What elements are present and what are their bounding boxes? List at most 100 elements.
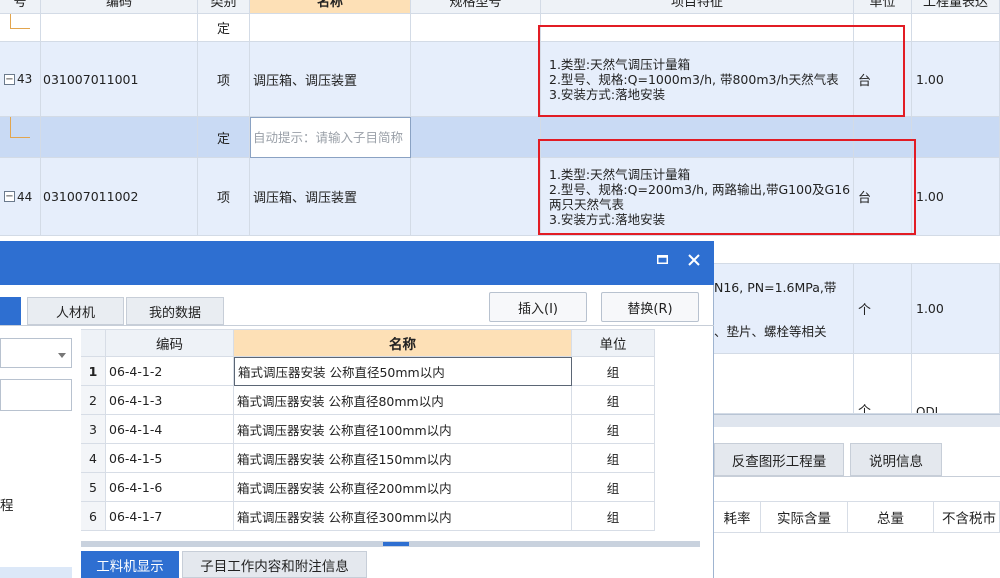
grid-cell-code[interactable]: 06-4-1-7 bbox=[106, 502, 234, 531]
col-header-total[interactable]: 总量 bbox=[848, 501, 934, 533]
row-number[interactable]: 5 bbox=[81, 473, 106, 502]
cell-feature[interactable]: N16, PN=1.6MPa,带 、垫片、螺栓等相关 bbox=[714, 264, 854, 354]
col-header-number[interactable]: 号 bbox=[0, 0, 41, 14]
row-number[interactable]: 3 bbox=[81, 415, 106, 444]
row-number[interactable]: 2 bbox=[81, 386, 106, 415]
col-header-market-price[interactable]: 不含税市 bbox=[934, 501, 1000, 533]
cell-code[interactable] bbox=[41, 14, 198, 42]
cell-text: 箱式调压器安装 公称直径200mm以内 bbox=[237, 480, 452, 496]
close-icon[interactable] bbox=[686, 252, 702, 268]
cell-spec[interactable] bbox=[411, 117, 541, 158]
name-autocomplete-input[interactable]: 自动提示：请输入子目简称 bbox=[250, 117, 411, 158]
library-select[interactable] bbox=[0, 338, 72, 368]
cell-quantity[interactable]: 1.00 bbox=[912, 264, 1000, 354]
grid-cell-code[interactable]: 06-4-1-5 bbox=[106, 444, 234, 473]
cell-quantity[interactable]: ODL bbox=[912, 354, 1000, 414]
cell-spec[interactable] bbox=[411, 42, 541, 117]
row-number[interactable]: 1 bbox=[81, 357, 106, 386]
cell-feature[interactable] bbox=[714, 354, 854, 414]
grid-cell-name[interactable]: 箱式调压器安装 公称直径80mm以内 bbox=[234, 386, 572, 415]
panel-scrollbar[interactable] bbox=[714, 415, 1000, 427]
grid-cell-unit[interactable]: 组 bbox=[572, 444, 655, 473]
row-number-44[interactable]: − 44 bbox=[0, 158, 41, 236]
cell-quantity[interactable] bbox=[912, 14, 1000, 42]
cell-code[interactable] bbox=[41, 117, 198, 158]
tab-label: 说明信息 bbox=[869, 453, 923, 470]
cell-code[interactable]: 031007011002 bbox=[41, 158, 198, 236]
tree-item-selected[interactable] bbox=[0, 567, 72, 578]
col-header-name[interactable]: 名称 bbox=[250, 0, 411, 14]
grid-cell-unit[interactable]: 组 bbox=[572, 357, 655, 386]
cell-unit[interactable]: 个 bbox=[854, 354, 912, 414]
chapter-tree-item[interactable]: 程 bbox=[0, 494, 14, 514]
col-header-actual-content[interactable]: 实际含量 bbox=[761, 501, 848, 533]
cell-unit[interactable]: 个 bbox=[854, 264, 912, 354]
col-header-label: 号 bbox=[13, 0, 27, 10]
col-header-loss-rate[interactable]: 耗率 bbox=[714, 501, 761, 533]
col-header-category[interactable]: 类别 bbox=[198, 0, 250, 14]
col-header-feature[interactable]: 项目特征 bbox=[541, 0, 854, 14]
cell-spec[interactable] bbox=[411, 14, 541, 42]
cell-quantity[interactable]: 1.00 bbox=[912, 42, 1000, 117]
grid-cell-unit[interactable]: 组 bbox=[572, 415, 655, 444]
search-input[interactable] bbox=[0, 379, 72, 411]
collapse-icon[interactable]: − bbox=[4, 191, 15, 202]
grid-cell-code[interactable]: 06-4-1-4 bbox=[106, 415, 234, 444]
cell-quantity[interactable] bbox=[912, 117, 1000, 158]
grid-header-code[interactable]: 编码 bbox=[106, 329, 234, 357]
tab-description[interactable]: 说明信息 bbox=[850, 443, 942, 476]
cell-quantity[interactable]: 1.00 bbox=[912, 158, 1000, 236]
cell-name[interactable] bbox=[250, 14, 411, 42]
dialog-titlebar[interactable] bbox=[0, 241, 714, 285]
col-header-label: 总量 bbox=[877, 511, 904, 527]
grid-cell-code[interactable]: 06-4-1-6 bbox=[106, 473, 234, 502]
col-header-quantity[interactable]: 工程量表达 bbox=[912, 0, 1000, 14]
grid-cell-name[interactable]: 箱式调压器安装 公称直径150mm以内 bbox=[234, 444, 572, 473]
grid-cell-unit[interactable]: 组 bbox=[572, 386, 655, 415]
cell-name[interactable]: 调压箱、调压装置 bbox=[250, 42, 411, 117]
cell-category[interactable]: 定 bbox=[198, 14, 250, 42]
grid-cell-name[interactable]: 箱式调压器安装 公称直径200mm以内 bbox=[234, 473, 572, 502]
insert-button[interactable]: 插入(I) bbox=[489, 292, 587, 322]
cell-category[interactable]: 定 bbox=[198, 117, 250, 158]
tab-label: 我的数据 bbox=[148, 305, 201, 321]
cell-category[interactable]: 项 bbox=[198, 42, 250, 117]
grid-cell-unit[interactable]: 组 bbox=[572, 473, 655, 502]
restore-icon[interactable] bbox=[655, 252, 669, 266]
col-header-spec[interactable]: 规格型号 bbox=[411, 0, 541, 14]
col-header-code[interactable]: 编码 bbox=[41, 0, 198, 14]
tab-label: 人材机 bbox=[55, 305, 95, 321]
tab-my-data[interactable]: 我的数据 bbox=[126, 297, 224, 325]
cell-spec[interactable] bbox=[411, 158, 541, 236]
grid-cell-unit[interactable]: 组 bbox=[572, 502, 655, 531]
grid-cell-name[interactable]: 箱式调压器安装 公称直径100mm以内 bbox=[234, 415, 572, 444]
cell-code[interactable]: 031007011001 bbox=[41, 42, 198, 117]
splitter-handle[interactable] bbox=[81, 541, 700, 547]
collapse-icon[interactable]: − bbox=[4, 73, 15, 85]
col-header-label: 名称 bbox=[316, 0, 343, 10]
tab-work-content[interactable]: 子目工作内容和附注信息 bbox=[182, 551, 367, 578]
grid-header-unit[interactable]: 单位 bbox=[572, 329, 655, 357]
col-header-unit[interactable]: 单位 bbox=[854, 0, 912, 14]
tab-labor-material[interactable]: 人材机 bbox=[27, 297, 124, 325]
tab-material-display[interactable]: 工料机显示 bbox=[81, 551, 179, 578]
grid-cell-code[interactable]: 06-4-1-3 bbox=[106, 386, 234, 415]
row-number[interactable]: 4 bbox=[81, 444, 106, 473]
button-label: 替换(R) bbox=[627, 301, 673, 317]
grid-cell-name[interactable]: 箱式调压器安装 公称直径300mm以内 bbox=[234, 502, 572, 531]
table-row bbox=[714, 236, 1000, 264]
splitter-arrow-icon bbox=[383, 542, 409, 546]
cell-text: 箱式调压器安装 公称直径80mm以内 bbox=[237, 393, 444, 409]
grid-header-name[interactable]: 名称 bbox=[234, 329, 572, 357]
tab-active-partial[interactable] bbox=[0, 297, 21, 325]
cell-category[interactable]: 项 bbox=[198, 158, 250, 236]
row-number[interactable]: 6 bbox=[81, 502, 106, 531]
tab-reverse-lookup[interactable]: 反查图形工程量 bbox=[714, 443, 844, 476]
row-number-text: 5 bbox=[89, 479, 97, 495]
grid-cell-code[interactable]: 06-4-1-2 bbox=[106, 357, 234, 386]
replace-button[interactable]: 替换(R) bbox=[601, 292, 699, 322]
grid-cell-name[interactable]: 箱式调压器安装 公称直径50mm以内 bbox=[234, 357, 572, 386]
cell-text: 06-4-1-6 bbox=[109, 479, 163, 495]
row-number-43[interactable]: − 43 bbox=[0, 42, 41, 117]
cell-name[interactable]: 调压箱、调压装置 bbox=[250, 158, 411, 236]
